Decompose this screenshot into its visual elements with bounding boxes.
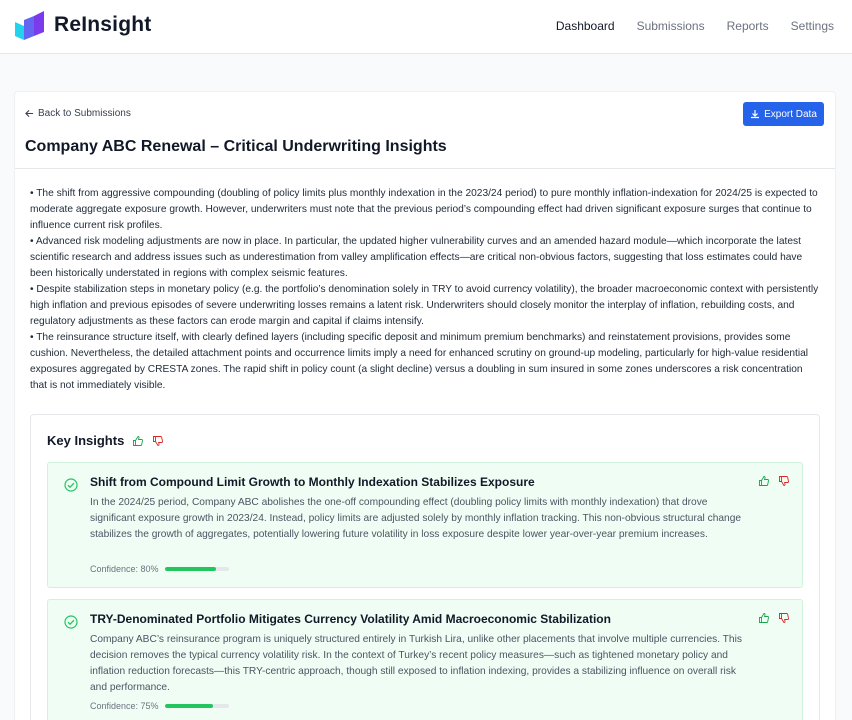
nav-settings[interactable]: Settings [791, 19, 834, 33]
confidence-label: Confidence: 80% [90, 564, 159, 574]
insight-confidence: Confidence: 80% [90, 564, 229, 574]
thumbs-up-icon[interactable] [132, 435, 144, 447]
insights-panel: Back to Submissions Export Data Company … [14, 91, 836, 720]
key-insights-header: Key Insights [47, 433, 164, 448]
key-insights-section: Key Insights Shift from Compound Limit G… [30, 414, 820, 720]
insight-card: TRY-Denominated Portfolio Mitigates Curr… [47, 599, 803, 720]
insight-confidence: Confidence: 75% [90, 701, 229, 711]
top-navigation-bar: ReInsight Dashboard Submissions Reports … [0, 0, 852, 54]
nav-submissions[interactable]: Submissions [637, 19, 705, 33]
download-icon [751, 110, 760, 119]
summary-bullet: • The shift from aggressive compounding … [30, 188, 818, 231]
header-divider [15, 168, 835, 169]
insight-feedback [758, 612, 790, 624]
page-title: Company ABC Renewal – Critical Underwrit… [25, 138, 447, 155]
check-circle-icon [64, 478, 78, 492]
insight-body: In the 2024/25 period, Company ABC aboli… [90, 497, 742, 540]
thumbs-down-icon[interactable] [778, 475, 790, 487]
key-insights-title: Key Insights [47, 433, 125, 448]
nav-reports[interactable]: Reports [727, 19, 769, 33]
confidence-bar-fill [164, 704, 213, 708]
summary-bullet: • The reinsurance structure itself, with… [30, 332, 809, 391]
export-label: Export Data [764, 108, 817, 120]
main-nav: Dashboard Submissions Reports Settings [556, 19, 834, 33]
app-name[interactable]: ReInsight [54, 13, 151, 37]
confidence-label: Confidence: 75% [90, 701, 159, 711]
nav-dashboard[interactable]: Dashboard [556, 19, 615, 33]
back-to-submissions-link[interactable]: Back to Submissions [25, 108, 131, 119]
summary-text: • The shift from aggressive compounding … [30, 186, 820, 394]
check-circle-icon [64, 615, 78, 629]
insight-card: Shift from Compound Limit Growth to Mont… [47, 462, 803, 588]
insight-title: Shift from Compound Limit Growth to Mont… [90, 475, 535, 489]
summary-bullet: • Despite stabilization steps in monetar… [30, 284, 819, 327]
insight-title: TRY-Denominated Portfolio Mitigates Curr… [90, 612, 611, 626]
export-data-button[interactable]: Export Data [743, 102, 824, 126]
thumbs-up-icon[interactable] [758, 612, 770, 624]
arrow-left-icon [25, 109, 34, 118]
insight-body: Company ABC’s reinsurance program is uni… [90, 634, 742, 693]
thumbs-down-icon[interactable] [152, 435, 164, 447]
thumbs-down-icon[interactable] [778, 612, 790, 624]
confidence-bar [164, 567, 229, 571]
insight-feedback [758, 475, 790, 487]
confidence-bar-fill [164, 567, 216, 571]
confidence-bar [164, 704, 229, 708]
summary-bullet: • Advanced risk modeling adjustments are… [30, 236, 803, 279]
reinsight-logo-icon[interactable] [14, 10, 46, 42]
thumbs-up-icon[interactable] [758, 475, 770, 487]
back-label: Back to Submissions [38, 108, 131, 119]
